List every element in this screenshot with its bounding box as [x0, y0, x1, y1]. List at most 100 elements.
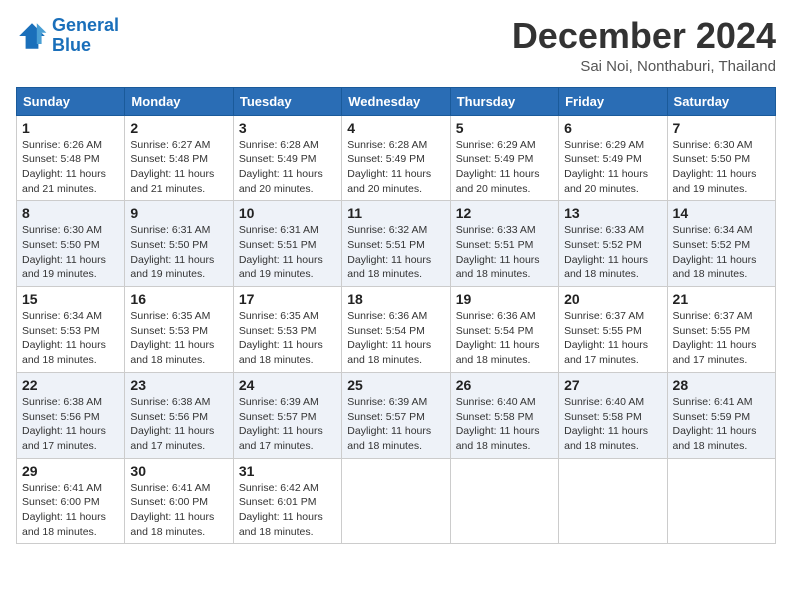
calendar-cell	[450, 458, 558, 544]
day-number: 23	[130, 377, 227, 393]
calendar-cell: 26 Sunrise: 6:40 AMSunset: 5:58 PMDaylig…	[450, 372, 558, 458]
calendar-cell: 25 Sunrise: 6:39 AMSunset: 5:57 PMDaylig…	[342, 372, 450, 458]
calendar-cell	[559, 458, 667, 544]
page-header: General Blue December 2024 Sai Noi, Nont…	[16, 16, 776, 75]
column-header-saturday: Saturday	[667, 87, 775, 115]
day-info: Sunrise: 6:37 AMSunset: 5:55 PMDaylight:…	[564, 309, 661, 368]
day-number: 10	[239, 205, 336, 221]
calendar-cell: 19 Sunrise: 6:36 AMSunset: 5:54 PMDaylig…	[450, 287, 558, 373]
day-info: Sunrise: 6:38 AMSunset: 5:56 PMDaylight:…	[22, 395, 119, 454]
calendar-cell: 20 Sunrise: 6:37 AMSunset: 5:55 PMDaylig…	[559, 287, 667, 373]
day-number: 28	[673, 377, 770, 393]
day-number: 13	[564, 205, 661, 221]
day-info: Sunrise: 6:37 AMSunset: 5:55 PMDaylight:…	[673, 309, 770, 368]
day-info: Sunrise: 6:28 AMSunset: 5:49 PMDaylight:…	[347, 138, 444, 197]
day-number: 30	[130, 463, 227, 479]
calendar-cell: 14 Sunrise: 6:34 AMSunset: 5:52 PMDaylig…	[667, 201, 775, 287]
calendar-table: SundayMondayTuesdayWednesdayThursdayFrid…	[16, 87, 776, 545]
day-info: Sunrise: 6:36 AMSunset: 5:54 PMDaylight:…	[347, 309, 444, 368]
calendar-cell: 23 Sunrise: 6:38 AMSunset: 5:56 PMDaylig…	[125, 372, 233, 458]
day-info: Sunrise: 6:28 AMSunset: 5:49 PMDaylight:…	[239, 138, 336, 197]
day-info: Sunrise: 6:39 AMSunset: 5:57 PMDaylight:…	[347, 395, 444, 454]
calendar-week-row: 15 Sunrise: 6:34 AMSunset: 5:53 PMDaylig…	[17, 287, 776, 373]
day-number: 1	[22, 120, 119, 136]
calendar-cell: 7 Sunrise: 6:30 AMSunset: 5:50 PMDayligh…	[667, 115, 775, 201]
day-number: 24	[239, 377, 336, 393]
calendar-cell: 24 Sunrise: 6:39 AMSunset: 5:57 PMDaylig…	[233, 372, 341, 458]
day-number: 4	[347, 120, 444, 136]
calendar-cell: 18 Sunrise: 6:36 AMSunset: 5:54 PMDaylig…	[342, 287, 450, 373]
calendar-week-row: 8 Sunrise: 6:30 AMSunset: 5:50 PMDayligh…	[17, 201, 776, 287]
calendar-cell: 11 Sunrise: 6:32 AMSunset: 5:51 PMDaylig…	[342, 201, 450, 287]
calendar-cell: 10 Sunrise: 6:31 AMSunset: 5:51 PMDaylig…	[233, 201, 341, 287]
day-number: 7	[673, 120, 770, 136]
day-info: Sunrise: 6:39 AMSunset: 5:57 PMDaylight:…	[239, 395, 336, 454]
calendar-cell: 3 Sunrise: 6:28 AMSunset: 5:49 PMDayligh…	[233, 115, 341, 201]
calendar-cell: 21 Sunrise: 6:37 AMSunset: 5:55 PMDaylig…	[667, 287, 775, 373]
day-number: 17	[239, 291, 336, 307]
day-number: 22	[22, 377, 119, 393]
day-info: Sunrise: 6:36 AMSunset: 5:54 PMDaylight:…	[456, 309, 553, 368]
day-info: Sunrise: 6:32 AMSunset: 5:51 PMDaylight:…	[347, 223, 444, 282]
day-info: Sunrise: 6:41 AMSunset: 6:00 PMDaylight:…	[22, 481, 119, 540]
day-number: 11	[347, 205, 444, 221]
day-number: 5	[456, 120, 553, 136]
column-header-monday: Monday	[125, 87, 233, 115]
day-number: 26	[456, 377, 553, 393]
day-number: 27	[564, 377, 661, 393]
column-header-tuesday: Tuesday	[233, 87, 341, 115]
day-number: 20	[564, 291, 661, 307]
day-number: 21	[673, 291, 770, 307]
calendar-cell: 22 Sunrise: 6:38 AMSunset: 5:56 PMDaylig…	[17, 372, 125, 458]
day-info: Sunrise: 6:31 AMSunset: 5:51 PMDaylight:…	[239, 223, 336, 282]
calendar-cell: 5 Sunrise: 6:29 AMSunset: 5:49 PMDayligh…	[450, 115, 558, 201]
day-info: Sunrise: 6:38 AMSunset: 5:56 PMDaylight:…	[130, 395, 227, 454]
day-info: Sunrise: 6:33 AMSunset: 5:51 PMDaylight:…	[456, 223, 553, 282]
logo: General Blue	[16, 16, 119, 56]
day-info: Sunrise: 6:27 AMSunset: 5:48 PMDaylight:…	[130, 138, 227, 197]
day-info: Sunrise: 6:42 AMSunset: 6:01 PMDaylight:…	[239, 481, 336, 540]
day-info: Sunrise: 6:34 AMSunset: 5:52 PMDaylight:…	[673, 223, 770, 282]
day-number: 19	[456, 291, 553, 307]
day-info: Sunrise: 6:40 AMSunset: 5:58 PMDaylight:…	[564, 395, 661, 454]
calendar-cell: 9 Sunrise: 6:31 AMSunset: 5:50 PMDayligh…	[125, 201, 233, 287]
calendar-cell: 2 Sunrise: 6:27 AMSunset: 5:48 PMDayligh…	[125, 115, 233, 201]
calendar-cell	[342, 458, 450, 544]
calendar-cell: 1 Sunrise: 6:26 AMSunset: 5:48 PMDayligh…	[17, 115, 125, 201]
calendar-cell	[667, 458, 775, 544]
day-number: 3	[239, 120, 336, 136]
calendar-week-row: 22 Sunrise: 6:38 AMSunset: 5:56 PMDaylig…	[17, 372, 776, 458]
month-title: December 2024	[512, 16, 776, 56]
calendar-cell: 8 Sunrise: 6:30 AMSunset: 5:50 PMDayligh…	[17, 201, 125, 287]
calendar-cell: 16 Sunrise: 6:35 AMSunset: 5:53 PMDaylig…	[125, 287, 233, 373]
day-info: Sunrise: 6:35 AMSunset: 5:53 PMDaylight:…	[130, 309, 227, 368]
day-number: 8	[22, 205, 119, 221]
day-info: Sunrise: 6:41 AMSunset: 6:00 PMDaylight:…	[130, 481, 227, 540]
calendar-cell: 30 Sunrise: 6:41 AMSunset: 6:00 PMDaylig…	[125, 458, 233, 544]
day-number: 12	[456, 205, 553, 221]
day-info: Sunrise: 6:35 AMSunset: 5:53 PMDaylight:…	[239, 309, 336, 368]
day-info: Sunrise: 6:30 AMSunset: 5:50 PMDaylight:…	[22, 223, 119, 282]
day-number: 31	[239, 463, 336, 479]
day-info: Sunrise: 6:31 AMSunset: 5:50 PMDaylight:…	[130, 223, 227, 282]
day-info: Sunrise: 6:29 AMSunset: 5:49 PMDaylight:…	[456, 138, 553, 197]
day-info: Sunrise: 6:29 AMSunset: 5:49 PMDaylight:…	[564, 138, 661, 197]
day-number: 18	[347, 291, 444, 307]
day-info: Sunrise: 6:34 AMSunset: 5:53 PMDaylight:…	[22, 309, 119, 368]
column-header-friday: Friday	[559, 87, 667, 115]
calendar-cell: 4 Sunrise: 6:28 AMSunset: 5:49 PMDayligh…	[342, 115, 450, 201]
calendar-header-row: SundayMondayTuesdayWednesdayThursdayFrid…	[17, 87, 776, 115]
day-number: 9	[130, 205, 227, 221]
calendar-cell: 15 Sunrise: 6:34 AMSunset: 5:53 PMDaylig…	[17, 287, 125, 373]
location-subtitle: Sai Noi, Nonthaburi, Thailand	[512, 58, 776, 75]
day-number: 16	[130, 291, 227, 307]
day-info: Sunrise: 6:30 AMSunset: 5:50 PMDaylight:…	[673, 138, 770, 197]
day-info: Sunrise: 6:40 AMSunset: 5:58 PMDaylight:…	[456, 395, 553, 454]
title-block: December 2024 Sai Noi, Nonthaburi, Thail…	[512, 16, 776, 75]
day-info: Sunrise: 6:41 AMSunset: 5:59 PMDaylight:…	[673, 395, 770, 454]
logo-icon	[16, 20, 48, 52]
calendar-cell: 27 Sunrise: 6:40 AMSunset: 5:58 PMDaylig…	[559, 372, 667, 458]
day-number: 14	[673, 205, 770, 221]
calendar-cell: 29 Sunrise: 6:41 AMSunset: 6:00 PMDaylig…	[17, 458, 125, 544]
column-header-sunday: Sunday	[17, 87, 125, 115]
